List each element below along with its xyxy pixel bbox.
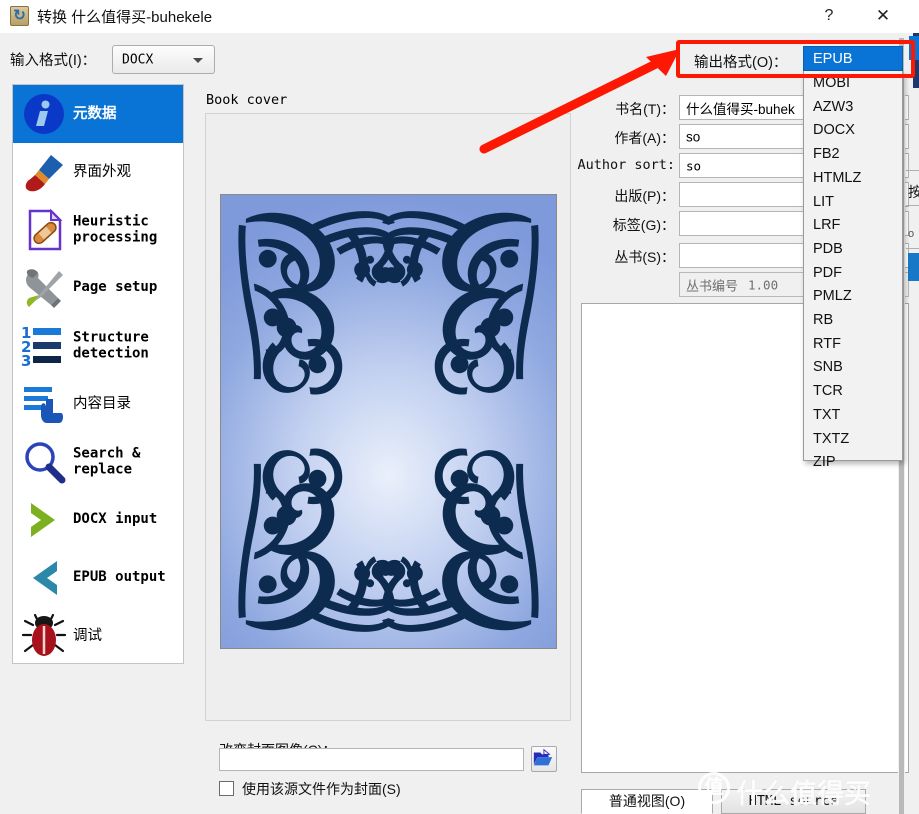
svg-text:3: 3 — [21, 352, 31, 369]
author-label: 作者(A)： — [614, 130, 675, 146]
convert-icon — [10, 6, 29, 26]
chevron-left-teal-icon — [21, 555, 67, 601]
output-format-option-fb2[interactable]: FB2 — [804, 142, 902, 166]
sidebar-item-label: Search & replace — [73, 445, 141, 477]
magnifier-icon — [21, 439, 67, 485]
sidebar-item-label: DOCX input — [73, 511, 158, 528]
sidebar-item-10[interactable]: 调试 — [13, 607, 183, 663]
sidebar-item-label: 元数据 — [73, 105, 117, 122]
sidebar-item-3[interactable]: Heuristic processing — [13, 201, 183, 259]
annotation-rectangle — [676, 40, 915, 78]
publisher-label: 出版(P)： — [614, 188, 675, 204]
sidebar-item-label: Structure detection — [73, 329, 149, 361]
browse-cover-button[interactable] — [531, 746, 557, 772]
output-format-option-txtz[interactable]: TXTZ — [804, 427, 902, 451]
edge-blue-selection — [908, 253, 919, 281]
open-folder-icon — [533, 748, 553, 766]
edge-clipped-text: 按 — [908, 184, 919, 200]
output-format-option-azw3[interactable]: AZW3 — [804, 95, 902, 119]
output-format-option-rtf[interactable]: RTF — [804, 332, 902, 356]
bug-icon — [21, 613, 67, 659]
output-format-option-pmlz[interactable]: PMLZ — [804, 284, 902, 308]
wrench-screwdriver-icon — [21, 265, 67, 311]
author-sort-value: so — [686, 158, 702, 173]
book-cover-section-label: Book cover — [206, 92, 288, 108]
output-format-option-rb[interactable]: RB — [804, 308, 902, 332]
help-button[interactable]: ? — [806, 0, 852, 32]
sidebar-item-label: 界面外观 — [73, 163, 131, 180]
edge-divider — [906, 170, 919, 171]
sidebar-item-label: 调试 — [73, 627, 102, 644]
input-format-label: 输入格式(I)： — [10, 49, 96, 70]
cover-path-input[interactable] — [219, 748, 524, 771]
sidebar-item-9[interactable]: EPUB output — [13, 549, 183, 607]
use-source-as-cover-label: 使用该源文件作为封面(S) — [242, 781, 401, 797]
window-title: 转换 什么值得买-buhekele — [37, 9, 213, 26]
author-sort-label: Author sort: — [577, 157, 675, 173]
input-format-value: DOCX — [122, 52, 154, 67]
watermark-text: 什么值得买 — [736, 779, 871, 809]
output-format-option-htmlz[interactable]: HTMLZ — [804, 166, 902, 190]
use-source-as-cover-checkbox[interactable] — [219, 781, 234, 796]
sidebar-item-4[interactable]: Page setup — [13, 259, 183, 317]
paintbrush-icon — [21, 149, 67, 195]
output-format-option-txt[interactable]: TXT — [804, 403, 902, 427]
series-index-value: 1.00 — [748, 277, 779, 292]
sidebar-item-5[interactable]: 1 2 3 Structure detection — [13, 317, 183, 375]
tags-label: 标签(G)： — [612, 217, 675, 233]
sidebar-item-1[interactable]: 元数据 — [13, 85, 183, 143]
output-format-option-zip[interactable]: ZIP — [804, 450, 902, 474]
series-index-label: 丛书编号 — [686, 278, 739, 293]
sidebar-item-label: Page setup — [73, 279, 158, 296]
chevron-down-icon — [193, 57, 203, 63]
sidebar-item-label: Heuristic processing — [73, 213, 158, 245]
output-format-option-lrf[interactable]: LRF — [804, 213, 902, 237]
settings-sidebar[interactable]: 元数据界面外观 Heuristic processing Page setup 1 2 3… — [12, 84, 184, 664]
numbered-list-icon: 123 — [21, 323, 67, 370]
sidebar-item-7[interactable]: Search & replace — [13, 433, 183, 491]
sidebar-item-2[interactable]: 界面外观 — [13, 143, 183, 201]
watermark-logo: 值 — [698, 772, 730, 804]
cover-image-preview — [220, 194, 557, 649]
close-button[interactable]: ✕ — [860, 0, 906, 32]
output-format-option-docx[interactable]: DOCX — [804, 118, 902, 142]
edge-clipped-text-2: o — [908, 228, 915, 240]
sidebar-item-label: 内容目录 — [73, 395, 131, 412]
input-format-combo[interactable]: DOCX — [112, 45, 215, 74]
cover-ornament-icon — [238, 211, 539, 632]
edge-divider — [906, 205, 919, 206]
output-format-option-tcr[interactable]: TCR — [804, 379, 902, 403]
tab-normal-view[interactable]: 普通视图(O) — [581, 789, 713, 814]
toc-hand-icon — [21, 381, 67, 427]
title-bar: 转换 什么值得买-buhekele ? ✕ — [0, 0, 919, 33]
sidebar-item-8[interactable]: DOCX input — [13, 491, 183, 549]
output-format-option-pdb[interactable]: PDB — [804, 237, 902, 261]
sidebar-item-label: EPUB output — [73, 569, 166, 586]
output-format-option-lit[interactable]: LIT — [804, 190, 902, 214]
title-label: 书名(T)： — [615, 101, 675, 117]
input-format-label-text: 输入格式(I)： — [10, 53, 97, 69]
output-format-option-snb[interactable]: SNB — [804, 355, 902, 379]
author-value: so — [686, 129, 701, 144]
sidebar-item-6[interactable]: 内容目录 — [13, 375, 183, 433]
document-bandage-icon — [21, 207, 67, 253]
series-label: 丛书(S)： — [614, 249, 675, 265]
output-format-option-pdf[interactable]: PDF — [804, 261, 902, 285]
info-icon — [21, 91, 67, 137]
output-format-dropdown-list[interactable]: MOBI AZW3 DOCX FB2 HTMLZ LIT LRF PDB PDF PMLZ RB RT… — [803, 71, 903, 470]
edge-divider — [906, 248, 919, 249]
chevron-right-green-icon — [21, 497, 67, 543]
title-value: 什么值得买-buhek — [686, 101, 795, 117]
